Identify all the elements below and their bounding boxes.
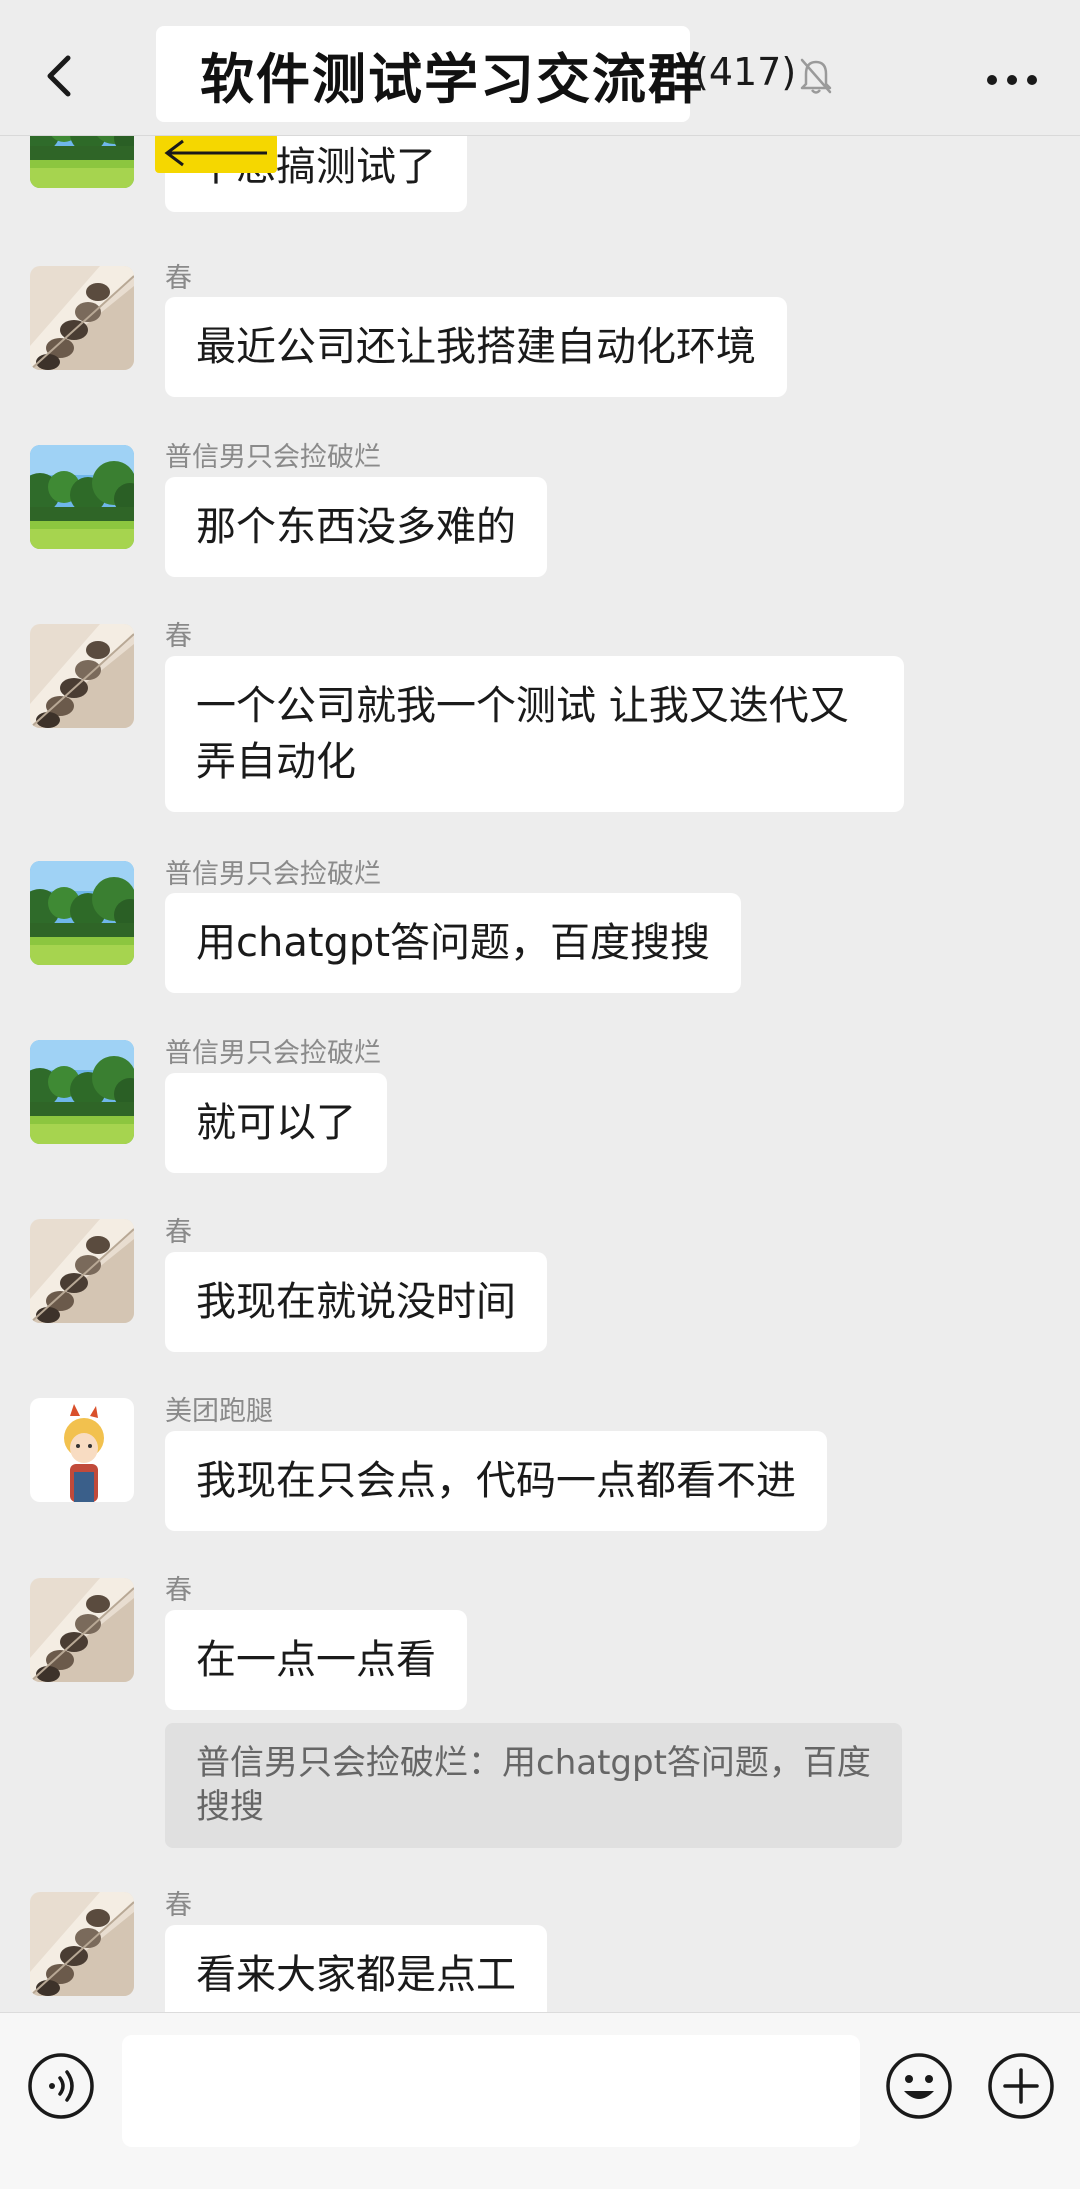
left-arrow-icon <box>164 139 267 167</box>
chat-screen: 软件测试学习交流群 (417) 不想搞测试了 春 最近公司还让我搭建自动化环境 … <box>0 0 1080 2189</box>
more-functions-button[interactable] <box>986 2051 1056 2121</box>
message-bubble[interactable]: 我现在就说没时间 <box>165 1252 547 1352</box>
avatar[interactable] <box>30 1040 134 1144</box>
message-bubble[interactable]: 看来大家都是点工 <box>165 1925 547 2025</box>
chat-header: 软件测试学习交流群 (417) <box>0 0 1080 136</box>
avatar[interactable] <box>30 266 134 370</box>
more-dots-icon[interactable] <box>984 60 1040 100</box>
plus-icon <box>988 2053 1054 2119</box>
avatar[interactable] <box>30 861 134 965</box>
voice-icon <box>28 2053 94 2119</box>
group-title: 软件测试学习交流群 <box>200 47 704 111</box>
sender-name: 普信男只会捡破烂 <box>165 859 381 890</box>
avatar[interactable] <box>30 624 134 728</box>
input-bar <box>0 2012 1080 2189</box>
message-bubble[interactable]: 一个公司就我一个测试 让我又迭代又弄自动化 <box>165 656 904 812</box>
voice-button[interactable] <box>26 2051 96 2121</box>
back-button[interactable] <box>34 44 94 108</box>
arrow-annotation <box>155 133 277 173</box>
chevron-left-icon <box>47 55 71 97</box>
emoji-icon <box>886 2053 952 2119</box>
sender-name: 普信男只会捡破烂 <box>165 442 381 473</box>
sender-name: 春 <box>165 621 192 652</box>
message-bubble[interactable]: 我现在只会点，代码一点都看不进 <box>165 1431 827 1531</box>
quoted-message[interactable]: 普信男只会捡破烂：用chatgpt答问题，百度搜搜 <box>165 1723 902 1848</box>
sender-name: 美团跑腿 <box>165 1396 273 1427</box>
sender-name: 春 <box>165 1575 192 1606</box>
sender-name: 春 <box>165 263 192 294</box>
avatar[interactable] <box>30 445 134 549</box>
avatar[interactable] <box>30 1578 134 1682</box>
message-input[interactable] <box>122 2035 860 2147</box>
sender-name: 春 <box>165 1217 192 1248</box>
sender-name: 普信男只会捡破烂 <box>165 1038 381 1069</box>
emoji-button[interactable] <box>884 2051 954 2121</box>
avatar[interactable] <box>30 1398 134 1502</box>
group-title-box: 软件测试学习交流群 <box>156 26 702 122</box>
member-count: (417) <box>694 50 797 94</box>
avatar[interactable] <box>30 1892 134 1996</box>
message-bubble[interactable]: 用chatgpt答问题，百度搜搜 <box>165 893 742 993</box>
message-bubble[interactable]: 那个东西没多难的 <box>165 477 547 577</box>
avatar[interactable] <box>30 1219 134 1323</box>
bell-muted-icon <box>800 58 832 94</box>
message-bubble[interactable]: 就可以了 <box>165 1073 387 1173</box>
message-bubble[interactable]: 在一点一点看 <box>165 1610 467 1710</box>
message-bubble[interactable]: 最近公司还让我搭建自动化环境 <box>165 297 787 397</box>
sender-name: 春 <box>165 1890 192 1921</box>
